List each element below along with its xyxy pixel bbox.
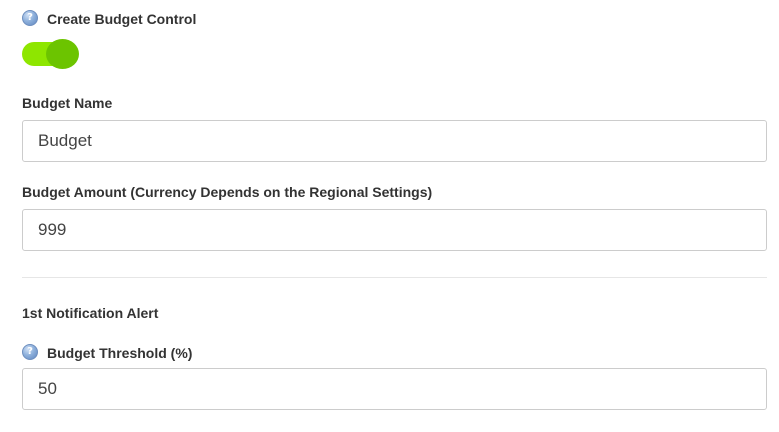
help-icon[interactable]: ? bbox=[22, 344, 38, 360]
notification-section-title: 1st Notification Alert bbox=[22, 305, 159, 321]
section-divider bbox=[22, 277, 767, 278]
budget-threshold-input[interactable] bbox=[22, 368, 767, 410]
budget-amount-input[interactable] bbox=[22, 209, 767, 251]
create-budget-control-label: Create Budget Control bbox=[47, 11, 197, 27]
budget-threshold-label: Budget Threshold (%) bbox=[47, 345, 193, 361]
create-budget-control-toggle[interactable] bbox=[22, 39, 80, 69]
budget-amount-label: Budget Amount (Currency Depends on the R… bbox=[22, 184, 433, 200]
budget-name-input[interactable] bbox=[22, 120, 767, 162]
help-icon[interactable]: ? bbox=[22, 10, 38, 26]
toggle-knob bbox=[46, 39, 79, 69]
budget-name-label: Budget Name bbox=[22, 95, 113, 111]
